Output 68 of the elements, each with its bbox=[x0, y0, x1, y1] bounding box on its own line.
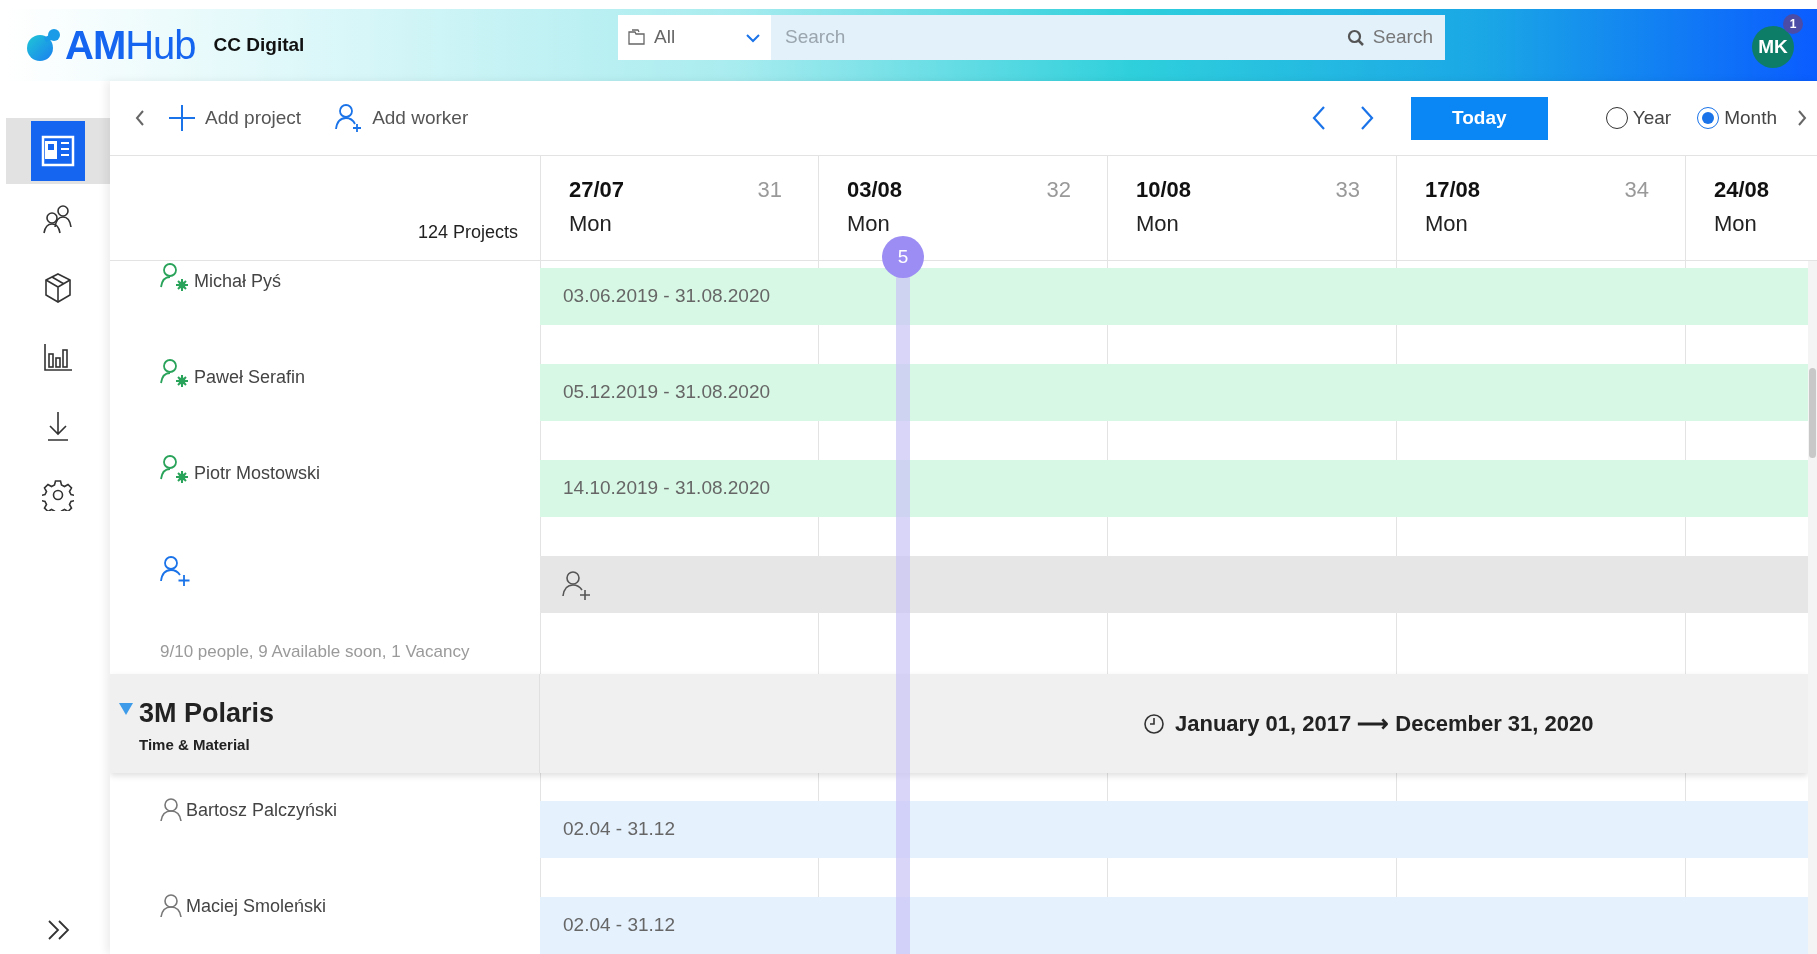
chevron-right-icon[interactable] bbox=[1797, 109, 1807, 127]
week-date: 17/08 bbox=[1425, 176, 1481, 204]
weekday: Mon bbox=[569, 210, 613, 238]
settings-icon bbox=[42, 478, 74, 511]
week-date: 10/08 bbox=[1136, 176, 1192, 204]
cube-icon bbox=[43, 271, 73, 304]
assignment-bar: 14.10.2019 - 31.08.2020 bbox=[540, 460, 1808, 517]
view-radio[interactable]: Month bbox=[1697, 103, 1777, 133]
assignment-bar: 02.04 - 31.12 bbox=[540, 897, 1808, 954]
team-summary: 9/10 people, 9 Available soon, 1 Vacancy bbox=[160, 641, 470, 661]
project-name: 3M Polaris bbox=[139, 698, 275, 728]
weekday: Mon bbox=[847, 210, 891, 238]
week-number: 32 bbox=[1046, 176, 1071, 204]
search-icon bbox=[1346, 28, 1365, 47]
worker-name: Michał Pyś bbox=[194, 270, 282, 293]
worker-name: Bartosz Palczyński bbox=[186, 799, 338, 822]
person-gear-icon bbox=[160, 359, 190, 389]
triangle-down-icon[interactable] bbox=[119, 703, 133, 715]
download-icon bbox=[45, 409, 71, 442]
notification-badge: 1 bbox=[1783, 14, 1803, 34]
weekday: Mon bbox=[1425, 210, 1469, 238]
clock-icon bbox=[1143, 712, 1165, 735]
search-button[interactable]: Search bbox=[1346, 23, 1433, 52]
billing-type: Time & Material bbox=[139, 735, 251, 755]
project-count: 124 Projects bbox=[417, 221, 518, 244]
person-icon bbox=[160, 894, 182, 918]
people-icon bbox=[42, 202, 74, 235]
person-plus-icon bbox=[335, 103, 364, 133]
week-number: 31 bbox=[757, 176, 782, 204]
search-field[interactable]: Search Search bbox=[771, 15, 1445, 60]
today-button[interactable]: Today bbox=[1410, 96, 1548, 140]
weekday: Mon bbox=[1714, 210, 1758, 238]
chevron-left-icon[interactable] bbox=[134, 109, 146, 127]
week-date: 27/07 bbox=[569, 176, 625, 204]
week-number: 34 bbox=[1624, 176, 1649, 204]
add-project-button[interactable]: Add project bbox=[168, 103, 302, 133]
worker-name: Piotr Mostowski bbox=[194, 462, 321, 485]
add-worker-button[interactable]: Add worker bbox=[335, 103, 469, 133]
company-name: CC Digital bbox=[213, 32, 305, 57]
logo-text: AMHub bbox=[65, 25, 196, 65]
view-radio[interactable]: Year bbox=[1605, 103, 1672, 133]
expand-sidebar-icon[interactable] bbox=[46, 919, 72, 941]
scrollbar[interactable] bbox=[1808, 261, 1817, 954]
person-icon bbox=[160, 798, 182, 822]
week-date: 24/08 bbox=[1714, 176, 1770, 204]
person-gear-icon bbox=[160, 455, 190, 485]
plus-icon bbox=[168, 104, 196, 132]
folders-icon bbox=[628, 28, 648, 47]
chevron-left-icon[interactable] bbox=[1310, 105, 1327, 131]
person-gear-icon bbox=[160, 263, 190, 293]
chevron-right-icon[interactable] bbox=[1358, 105, 1375, 131]
assignment-bar: 02.04 - 31.12 bbox=[540, 801, 1808, 858]
week-number: 33 bbox=[1335, 176, 1360, 204]
bar-chart-icon bbox=[43, 341, 73, 372]
today-marker: 5 bbox=[882, 236, 924, 278]
project-app-icon bbox=[31, 121, 85, 181]
person-plus-icon bbox=[562, 569, 592, 600]
worker-name: Maciej Smoleński bbox=[186, 895, 327, 918]
person-plus-icon[interactable] bbox=[160, 555, 192, 587]
worker-name: Paweł Serafin bbox=[194, 366, 306, 389]
scope-dropdown[interactable]: All bbox=[618, 15, 771, 60]
project-period: January 01, 2017 ⟶ December 31, 2020 bbox=[1175, 710, 1594, 738]
chevron-down-icon bbox=[745, 32, 761, 43]
assignment-bar: 03.06.2019 - 31.08.2020 bbox=[540, 268, 1808, 325]
sidebar-item[interactable] bbox=[6, 118, 110, 184]
assignment-bar: 05.12.2019 - 31.08.2020 bbox=[540, 364, 1808, 421]
week-date: 03/08 bbox=[847, 176, 903, 204]
weekday: Mon bbox=[1136, 210, 1180, 238]
